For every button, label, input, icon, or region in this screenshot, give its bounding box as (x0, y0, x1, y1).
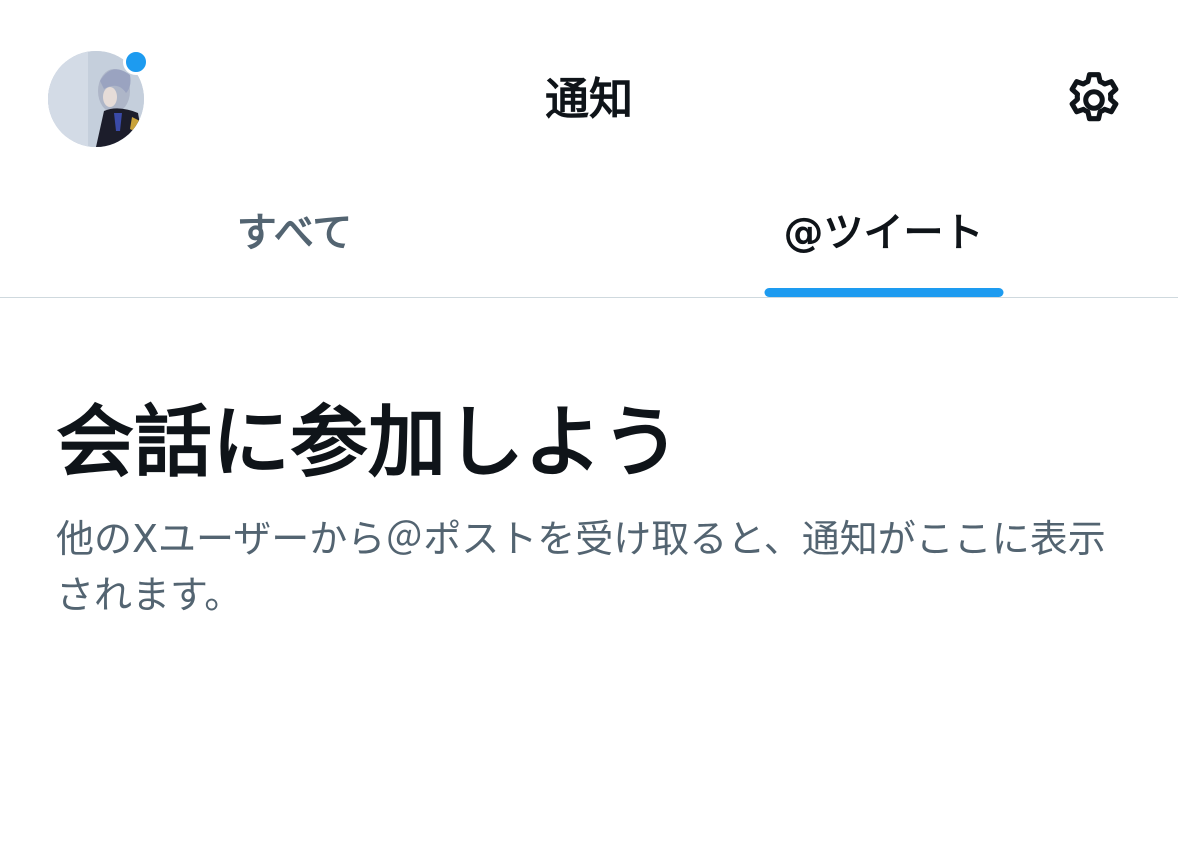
tab-all-label: すべて (236, 210, 353, 256)
empty-state-headline: 会話に参加しよう (56, 398, 681, 488)
settings-button[interactable] (1062, 68, 1126, 132)
notification-tabs: すべて @ツイート (0, 190, 1178, 298)
empty-state-description: 他のXユーザーから＠ポストを受け取ると、通知がここに表示されます。 (56, 517, 1106, 617)
top-bar: 通知 (0, 0, 1178, 190)
page-title: 通知 (545, 74, 633, 125)
tab-all[interactable]: すべて (0, 190, 589, 297)
active-tab-indicator (764, 288, 1003, 297)
tab-mentions[interactable]: @ツイート (589, 190, 1178, 297)
tab-mentions-label: @ツイート (783, 210, 984, 256)
empty-state: 会話に参加しよう 他のXユーザーから＠ポストを受け取ると、通知がここに表示されま… (56, 395, 1136, 623)
gear-icon (1069, 72, 1119, 122)
